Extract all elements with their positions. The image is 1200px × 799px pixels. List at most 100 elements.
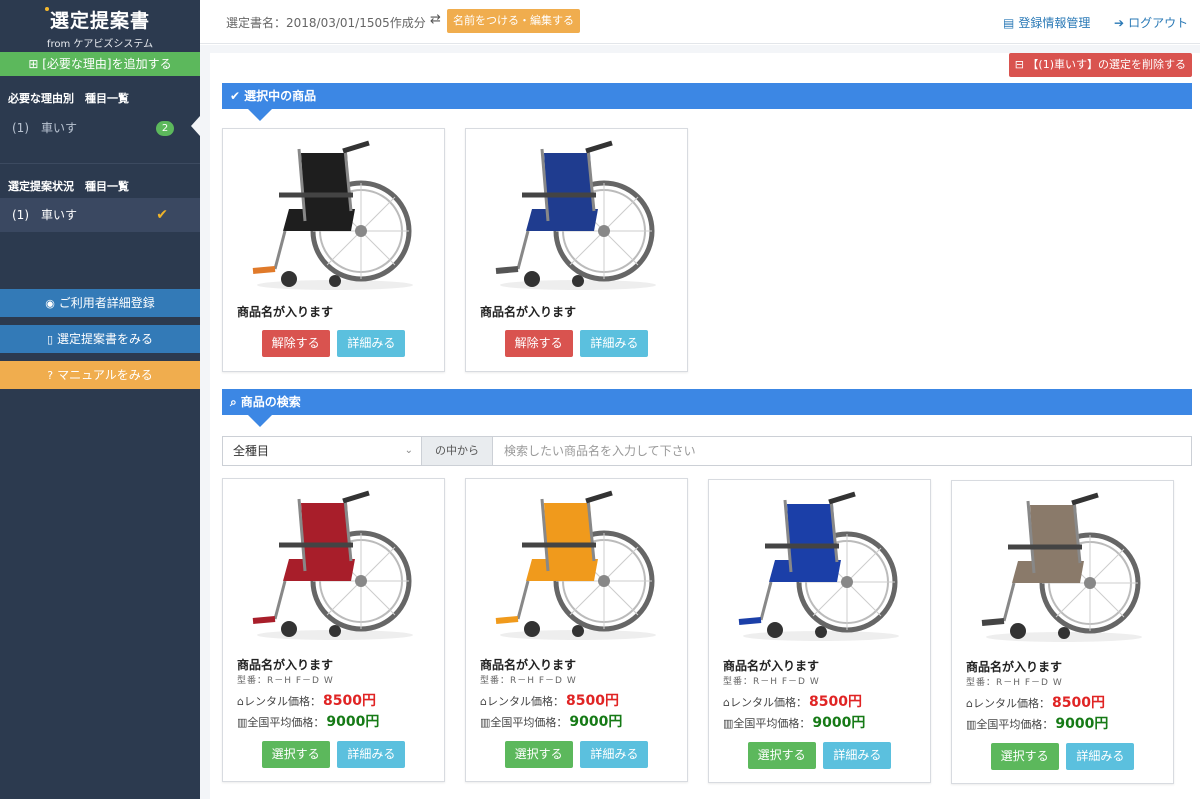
sidebar-item-label: (1) 車いす <box>12 208 77 222</box>
product-result-card: 商品名が入ります 型番：R－H F－D W ⌂レンタル価格： 8500円 ▥全国平… <box>465 478 688 782</box>
manual-button[interactable]: ? マニュアルをみる <box>0 361 200 389</box>
logo-subtitle: from ケアビズシステム <box>46 39 154 50</box>
logo-dot <box>44 7 49 11</box>
product-name: 商品名が入ります <box>966 660 1063 674</box>
wheelchair-image <box>243 489 426 641</box>
rental-price-label: レンタル価格： <box>243 695 321 708</box>
delete-selection-label: 【(1)車いす】の選定を削除する <box>1027 58 1186 71</box>
product-name: 商品名が入ります <box>480 658 577 672</box>
logout-link[interactable]: ➔ ログアウト <box>1114 14 1188 31</box>
user-circle-icon: ◉ <box>45 297 55 310</box>
chevron-down-icon: ⌄ <box>404 445 413 456</box>
product-name: 商品名が入ります <box>237 305 334 319</box>
detail-button[interactable]: 詳細みる <box>337 330 406 357</box>
select-button[interactable]: 選択する <box>261 741 330 768</box>
product-model: 型番：R－H F－D W <box>966 678 1063 688</box>
search-addon-label: の中から <box>422 436 493 466</box>
card-actions: 選択する 詳細みる <box>223 741 444 768</box>
detail-button[interactable]: 詳細みる <box>580 741 649 768</box>
card-actions: 選択する 詳細みる <box>709 742 930 769</box>
swap-icon[interactable]: ⇄ <box>430 12 441 27</box>
user-details-label: ご利用者詳細登録 <box>58 296 155 310</box>
logout-icon: ➔ <box>1114 16 1125 30</box>
release-button[interactable]: 解除する <box>504 330 573 357</box>
selected-products-header: ✔ 選択中の商品 <box>222 83 1192 121</box>
rename-button[interactable]: 名前をつける・編集する <box>447 9 580 33</box>
average-price-label: 全国平均価格： <box>490 716 568 729</box>
rental-price-value: 8500円 <box>322 693 376 709</box>
average-price-label: 全国平均価格： <box>733 717 811 730</box>
home-icon: ⌂ <box>237 695 244 708</box>
document-icon: ▯ <box>46 333 54 346</box>
rental-price-value: 8500円 <box>565 693 619 709</box>
product-search-header: ⌕ 商品の検索 <box>222 389 1192 427</box>
user-details-button[interactable]: ◉ ご利用者詳細登録 <box>0 289 200 317</box>
search-bar: 全種目 ⌄ の中から <box>222 436 1192 466</box>
product-name: 商品名が入ります <box>480 305 577 319</box>
select-button[interactable]: 選択する <box>990 743 1059 770</box>
product-result-card: 商品名が入ります 型番：R－H F－D W ⌂レンタル価格： 8500円 ▥全国平… <box>951 480 1174 784</box>
bar-chart-icon: ▥ <box>723 717 734 730</box>
wheelchair-image <box>729 490 912 642</box>
rental-price-row: ⌂レンタル価格： 8500円 <box>723 691 862 711</box>
bar-chart-icon: ▥ <box>480 716 491 729</box>
average-price-row: ▥全国平均価格： 9000円 <box>237 711 379 731</box>
product-name: 商品名が入ります <box>237 658 334 672</box>
average-price-value: 9000円 <box>812 715 866 731</box>
document-name: 選定書名：2018/03/01/1505作成分 <box>226 16 426 30</box>
release-button[interactable]: 解除する <box>261 330 330 357</box>
detail-button[interactable]: 詳細みる <box>823 742 892 769</box>
main-area: ⊟ 【(1)車いす】の選定を削除する ✔ 選択中の商品 商品名が入ります 解除する… <box>200 45 1200 799</box>
account-link[interactable]: ▤ 登録情報管理 <box>1003 14 1090 31</box>
sidebar-item-wheelchair-reason[interactable]: (1) 車いす 2 <box>0 110 200 146</box>
view-proposal-button[interactable]: ▯ 選定提案書をみる <box>0 325 200 353</box>
average-price-label: 全国平均価格： <box>976 718 1054 731</box>
category-select[interactable]: 全種目 ⌄ <box>222 436 422 466</box>
select-button[interactable]: 選択する <box>747 742 816 769</box>
bar-chart-icon: ▥ <box>966 718 977 731</box>
selected-product-card: 商品名が入ります 解除する 詳細みる <box>222 128 445 372</box>
product-search-input[interactable] <box>493 436 1192 466</box>
wheelchair-image <box>486 489 669 641</box>
sidebar: 選定提案書 from ケアビズシステム ⊞ [必要な理由]を追加する 必要な理由… <box>0 0 200 799</box>
rental-price-label: レンタル価格： <box>486 695 564 708</box>
detail-button[interactable]: 詳細みる <box>337 741 406 768</box>
rental-price-row: ⌂レンタル価格： 8500円 <box>237 690 376 710</box>
product-model: 型番：R－H F－D W <box>480 676 577 686</box>
sidebar-item-wheelchair-status[interactable]: (1) 車いす ✔ <box>0 198 200 232</box>
product-result-card: 商品名が入ります 型番：R－H F－D W ⌂レンタル価格： 8500円 ▥全国平… <box>222 478 445 782</box>
detail-button[interactable]: 詳細みる <box>580 330 649 357</box>
manual-label: マニュアルをみる <box>57 368 153 382</box>
check-icon: ✔ <box>230 89 241 103</box>
id-card-icon: ▤ <box>1003 16 1015 30</box>
content-panel: ⊟ 【(1)車いす】の選定を削除する ✔ 選択中の商品 商品名が入ります 解除する… <box>210 53 1200 799</box>
average-price-row: ▥全国平均価格： 9000円 <box>480 711 622 731</box>
minus-square-icon: ⊟ <box>1014 58 1028 71</box>
card-actions: 解除する 詳細みる <box>223 330 444 357</box>
select-button[interactable]: 選択する <box>504 741 573 768</box>
average-price-value: 9000円 <box>569 714 623 730</box>
home-icon: ⌂ <box>966 697 973 710</box>
product-model: 型番：R－H F－D W <box>237 676 334 686</box>
rental-price-value: 8500円 <box>1051 695 1105 711</box>
status-category-heading: 選定提案状況 種目一覧 <box>8 180 129 193</box>
wheelchair-image <box>486 139 669 291</box>
category-select-value: 全種目 <box>233 444 270 458</box>
add-reason-button[interactable]: ⊞ [必要な理由]を追加する <box>0 52 200 76</box>
section-title: 選択中の商品 <box>244 89 317 103</box>
view-proposal-label: 選定提案書をみる <box>57 332 154 346</box>
average-price-row: ▥全国平均価格： 9000円 <box>723 712 865 732</box>
home-icon: ⌂ <box>480 695 487 708</box>
card-actions: 選択する 詳細みる <box>952 743 1173 770</box>
plus-square-icon: ⊞ <box>28 57 39 71</box>
card-actions: 選択する 詳細みる <box>466 741 687 768</box>
rental-price-label: レンタル価格： <box>972 697 1050 710</box>
detail-button[interactable]: 詳細みる <box>1066 743 1135 770</box>
product-result-card: 商品名が入ります 型番：R－H F－D W ⌂レンタル価格： 8500円 ▥全国平… <box>708 479 931 783</box>
logo-title-text: 選定提案書 <box>49 10 150 32</box>
logo-title: 選定提案書 <box>44 6 150 33</box>
delete-selection-button[interactable]: ⊟ 【(1)車いす】の選定を削除する <box>1008 53 1192 77</box>
logout-label: ログアウト <box>1128 16 1189 30</box>
bar-chart-icon: ▥ <box>237 716 248 729</box>
section-title: 商品の検索 <box>240 395 301 409</box>
